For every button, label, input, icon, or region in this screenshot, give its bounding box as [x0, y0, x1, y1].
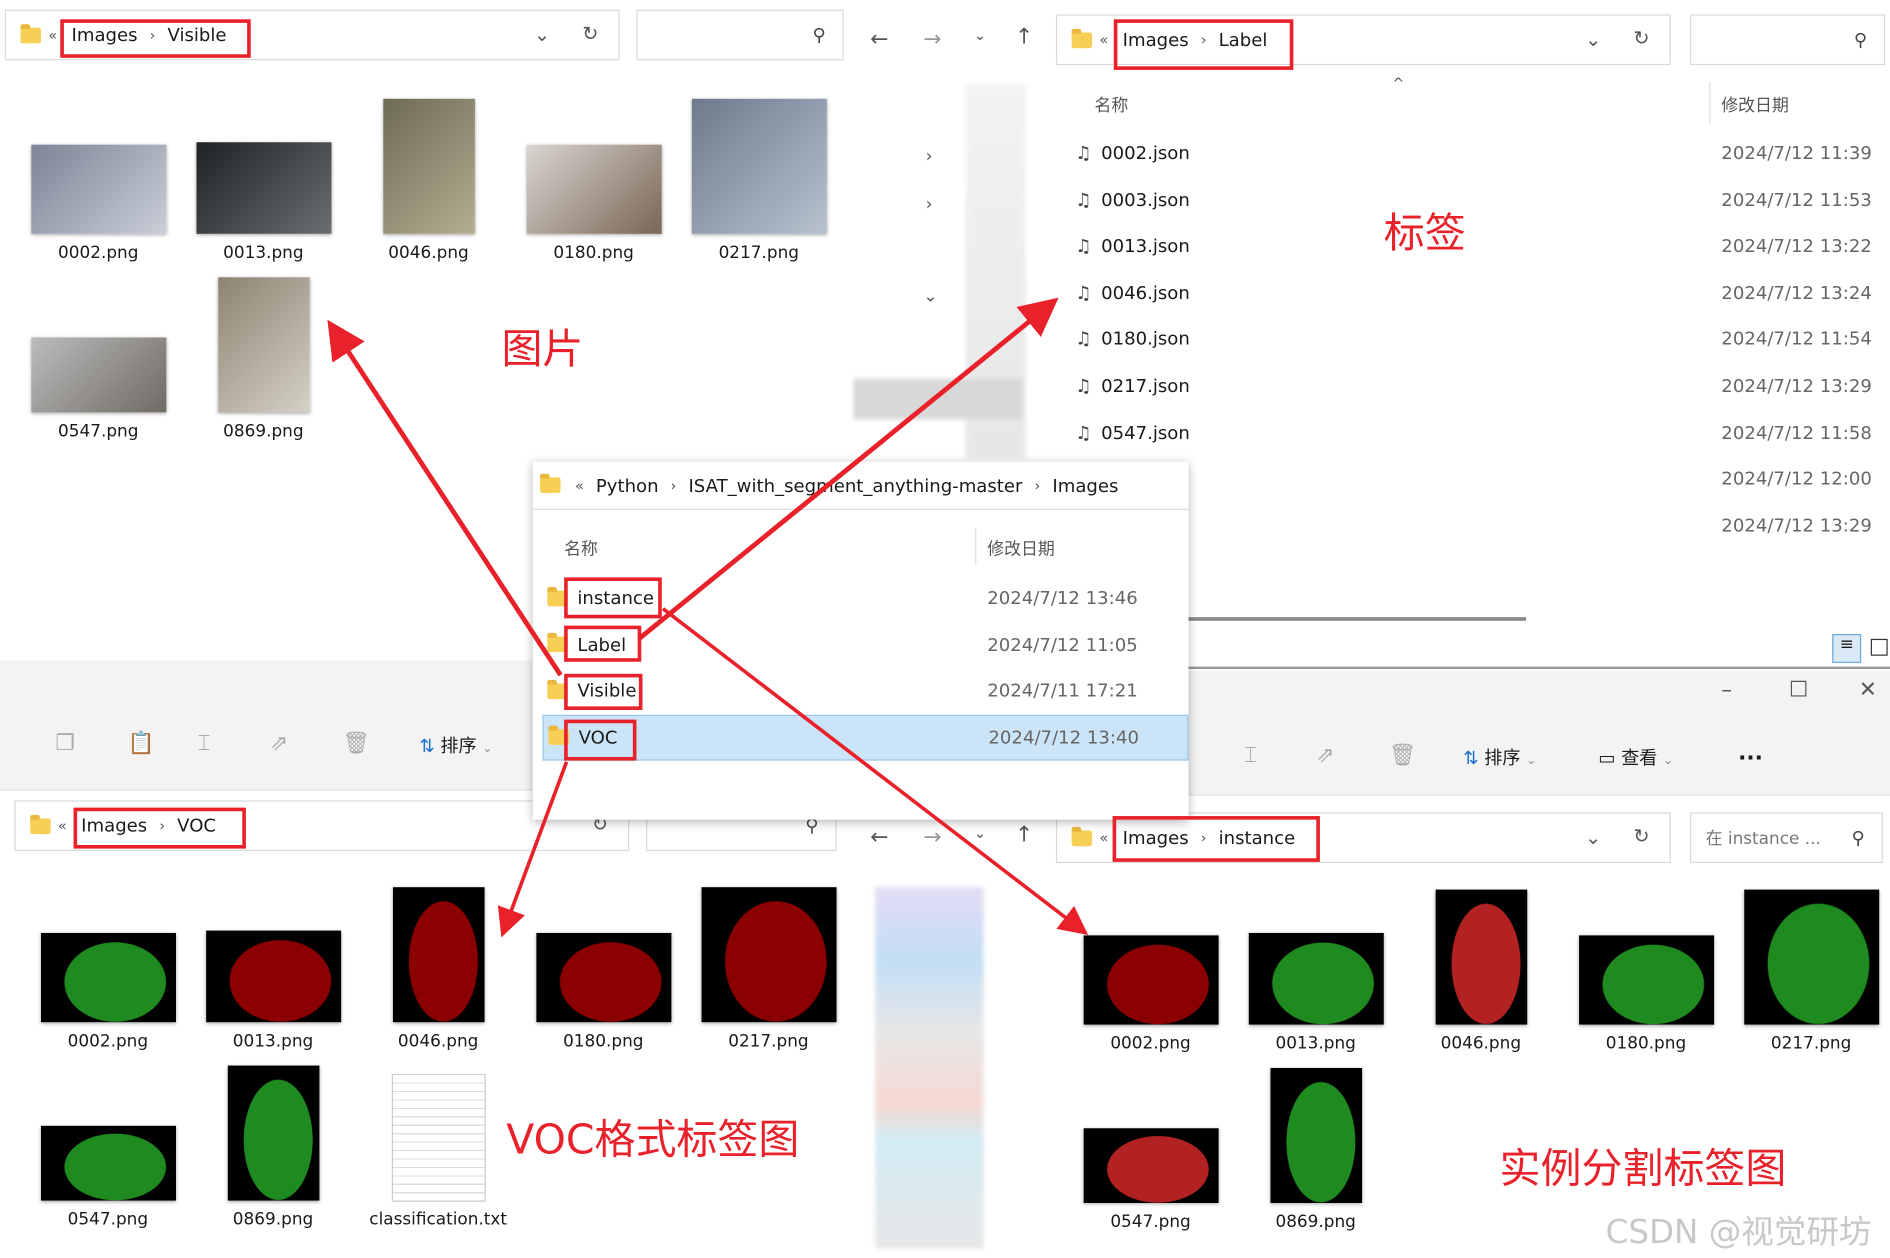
- watermark: CSDN @视觉研坊: [1605, 1213, 1872, 1252]
- annotation-arrows: [327, 297, 1089, 938]
- arrow-label: [637, 297, 1059, 641]
- highlight-box: [564, 719, 637, 761]
- highlight-box: [564, 673, 643, 710]
- annotation-voc: VOC格式标签图: [506, 1116, 800, 1165]
- arrow-voc: [497, 761, 569, 938]
- arrow-instance: [661, 607, 1089, 935]
- annotation-instance: 实例分割标签图: [1499, 1145, 1787, 1194]
- highlight-box: [564, 577, 662, 619]
- highlight-box: [60, 19, 251, 58]
- highlight-box: [564, 625, 642, 662]
- annotation-images: 图片: [501, 325, 584, 374]
- highlight-box: [1112, 816, 1320, 862]
- highlight-box: [1113, 19, 1294, 70]
- annotation-labels: 标签: [1383, 209, 1466, 258]
- highlight-box: [73, 807, 246, 849]
- arrow-visible: [327, 319, 563, 677]
